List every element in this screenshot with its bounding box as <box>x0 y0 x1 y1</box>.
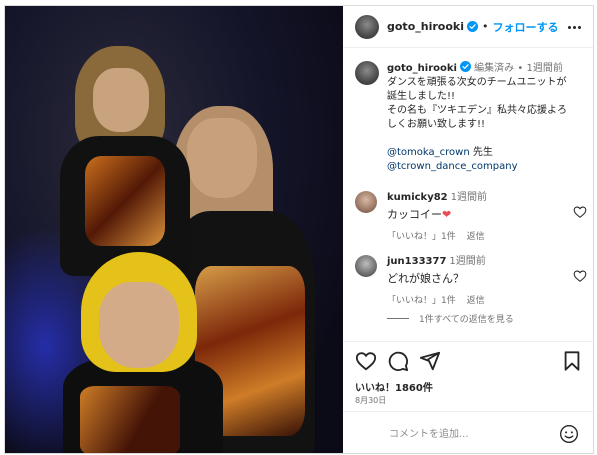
bookmark-icon[interactable] <box>561 350 583 372</box>
heart-outline-icon[interactable] <box>355 350 377 372</box>
red-heart-emoji-icon: ❤ <box>442 208 452 221</box>
caption-separator: • <box>517 63 524 74</box>
more-options-button[interactable] <box>565 18 583 36</box>
replies-divider-line <box>387 318 409 319</box>
comment-text: カッコイー <box>387 208 442 221</box>
mention-link[interactable]: @tomoka_crown <box>387 147 470 158</box>
post-date[interactable]: 8月30日 <box>355 395 386 406</box>
author-username[interactable]: goto_hirooki <box>387 20 464 33</box>
photo-figure-1-dress <box>85 156 165 246</box>
add-comment-bar <box>343 411 593 453</box>
comment-time[interactable]: 1週間前 <box>451 192 487 203</box>
comment-heart-icon[interactable] <box>573 269 587 283</box>
comment-input[interactable] <box>389 424 549 444</box>
verified-badge-icon <box>466 21 478 32</box>
comment-heart-icon[interactable] <box>573 205 587 219</box>
author-avatar[interactable] <box>355 14 379 39</box>
comment-body: kumicky82 1週間前 カッコイー❤ 「いいね！」1件 返信 <box>387 191 567 244</box>
mention-link[interactable]: @tcrown_dance_company <box>387 161 518 172</box>
comments-list[interactable]: goto_hirooki 編集済み • 1週間前 ダンスを頑張る次女のチームユニ… <box>343 49 593 340</box>
header-separator: • <box>481 20 489 33</box>
photo-figure-3-face <box>99 282 179 368</box>
follow-button[interactable]: フォローする <box>492 19 558 35</box>
comment-username[interactable]: kumicky82 <box>387 192 448 203</box>
comment-likes-count[interactable]: 「いいね！」1件 <box>387 232 456 242</box>
photo-figure-1-face <box>93 68 149 132</box>
comment-time[interactable]: 1週間前 <box>449 256 485 267</box>
commenter-avatar[interactable] <box>355 255 377 277</box>
caption-body: goto_hirooki 編集済み • 1週間前 ダンスを頑張る次女のチームユニ… <box>387 61 587 174</box>
paper-plane-icon[interactable] <box>419 350 441 372</box>
comment-likes-count[interactable]: 「いいね！」1件 <box>387 296 456 306</box>
post-header: goto_hirooki • フォローする <box>343 6 593 48</box>
comment-text: どれが娘さん？ <box>387 272 464 285</box>
commenter-avatar[interactable] <box>355 191 377 213</box>
photo-figure-3-dress <box>80 386 180 453</box>
post-action-bar <box>343 341 593 379</box>
post-side-panel: goto_hirooki • フォローする goto_hirooki 編集済み … <box>343 6 593 453</box>
comment-reply-button[interactable]: 返信 <box>467 296 485 306</box>
caption-time[interactable]: 1週間前 <box>526 63 562 74</box>
photo-figure-2-face <box>187 118 257 198</box>
post-dialog: goto_hirooki • フォローする goto_hirooki 編集済み … <box>4 5 594 454</box>
caption-author-avatar[interactable] <box>355 61 379 85</box>
comment-username[interactable]: jun133377 <box>387 256 446 267</box>
post-photo[interactable] <box>5 6 343 453</box>
caption-username[interactable]: goto_hirooki <box>387 63 457 74</box>
comment-body: jun133377 1週間前 どれが娘さん？ 「いいね！」1件 返信 <box>387 255 567 308</box>
comment-reply-button[interactable]: 返信 <box>467 232 485 242</box>
verified-badge-icon <box>459 61 471 72</box>
caption-text: ダンスを頑張る次女のチームユニットが 誕生しました!! その名も『ツキエデン』私… <box>387 77 567 130</box>
view-replies-button[interactable]: 1件すべての返信を見る <box>387 312 514 325</box>
more-dots-icon <box>567 25 581 29</box>
caption-edited: 編集済み <box>474 63 515 74</box>
likes-count[interactable]: いいね！1860件 <box>355 379 433 394</box>
view-replies-label: 1件すべての返信を見る <box>419 315 514 325</box>
mention-suffix: 先生 <box>469 147 493 158</box>
comment-icon[interactable] <box>387 350 409 372</box>
smiley-icon[interactable] <box>559 424 579 444</box>
